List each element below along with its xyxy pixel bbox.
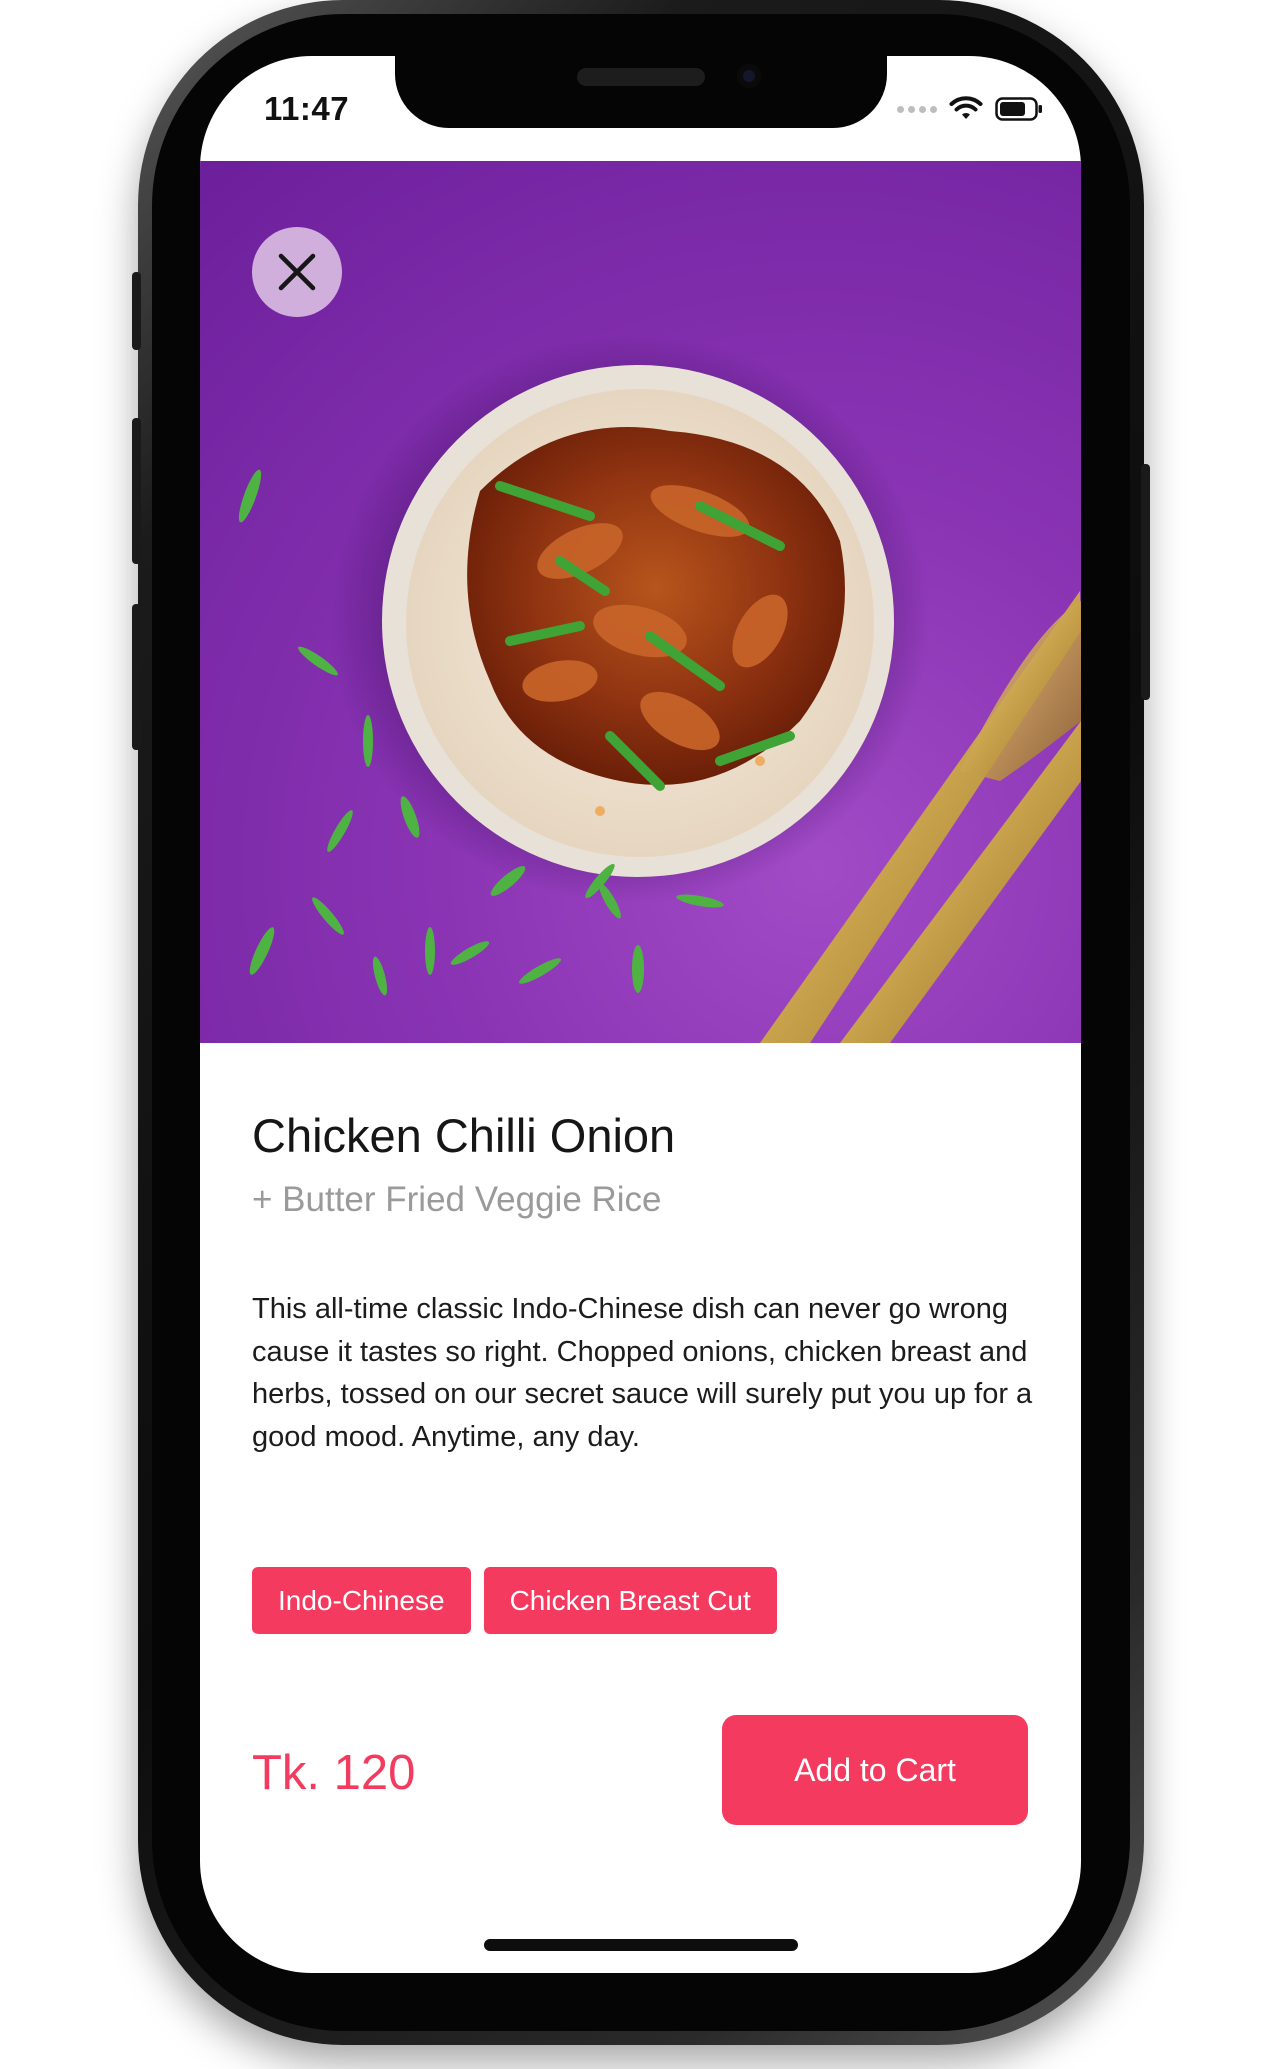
dish-description: This all-time classic Indo-Chinese dish … [252,1293,1033,1453]
app-screen: 11:47 Chicken Chilli Onion + Butter Frie… [200,56,1081,1973]
silent-switch [132,272,141,350]
status-time: 11:47 [264,90,350,127]
wifi-icon [949,96,983,119]
mockup-stage: 11:47 Chicken Chilli Onion + Butter Frie… [0,0,1279,2069]
volume-up-button [132,418,141,564]
tag-indo-chinese[interactable]: Indo-Chinese [252,1567,471,1634]
tag-list: Indo-Chinese Chicken Breast Cut [252,1567,777,1634]
power-button [1141,464,1150,700]
dish-subtitle: + Butter Fried Veggie Rice [252,1180,662,1219]
notch [395,56,887,128]
add-to-cart-button[interactable]: Add to Cart [722,1715,1028,1825]
price-label: Tk. 120 [252,1746,416,1800]
signal-dots-icon [897,105,937,113]
dish-hero-image [200,161,1081,1043]
close-icon [278,253,316,291]
front-camera [737,64,761,88]
close-button[interactable] [252,227,342,317]
speaker-grille [577,68,705,86]
volume-down-button [132,604,141,750]
status-indicators [897,96,1043,122]
battery-icon [995,97,1042,121]
tag-chicken-breast-cut[interactable]: Chicken Breast Cut [483,1567,777,1634]
home-indicator[interactable] [484,1939,798,1951]
dish-title: Chicken Chilli Onion [252,1109,676,1162]
